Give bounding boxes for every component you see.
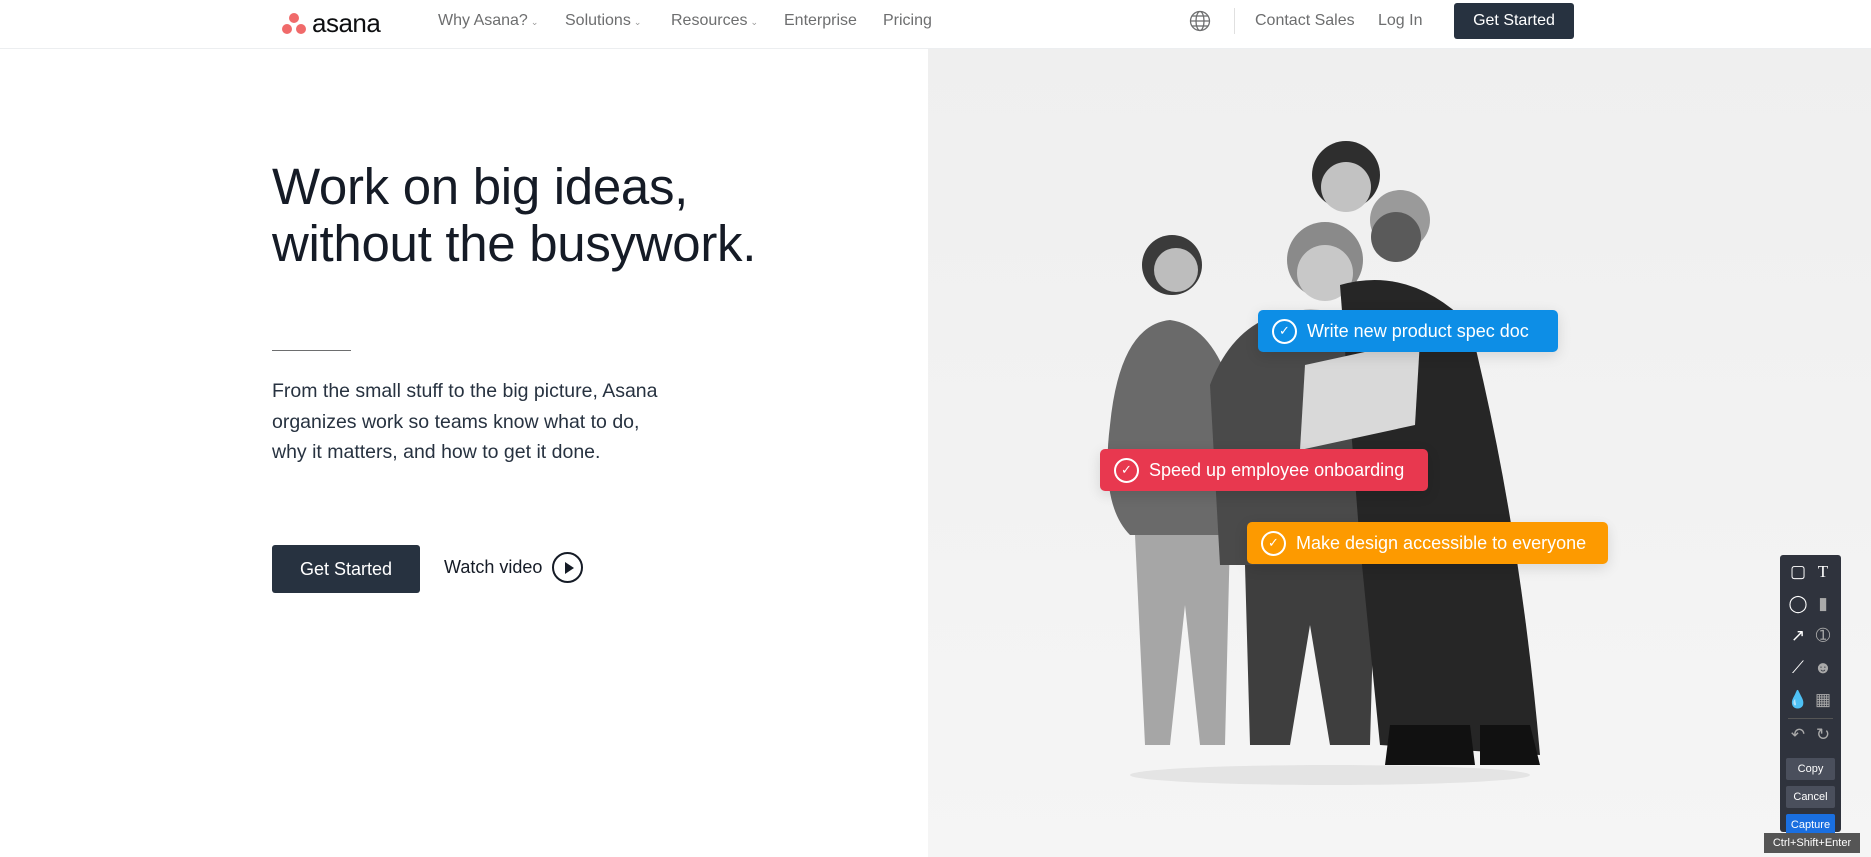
chevron-down-icon: ⌄ <box>530 17 539 27</box>
reset-icon[interactable]: ↻ <box>1811 723 1835 747</box>
globe-icon[interactable] <box>1189 10 1211 32</box>
task-card-onboarding: ✓ Speed up employee onboarding <box>1100 449 1428 491</box>
header-divider <box>1234 8 1235 34</box>
pen-icon[interactable]: ⟋ <box>1786 656 1810 680</box>
capture-toolbar: ▢ T ◯ ▮ ↗ ➀ ⟋ ☻ 💧 ▦ ↶ ↻ Copy Cancel Capt… <box>1780 555 1841 836</box>
rectangle-icon[interactable]: ▢ <box>1786 560 1810 584</box>
arrow-icon[interactable]: ↗ <box>1786 624 1810 648</box>
log-in-link[interactable]: Log In <box>1378 12 1422 30</box>
task-card-product-spec: ✓ Write new product spec doc <box>1258 310 1558 352</box>
image-icon[interactable]: ▦ <box>1811 688 1835 712</box>
emoji-icon[interactable]: ☻ <box>1811 656 1835 680</box>
hero-description: From the small stuff to the big picture,… <box>272 380 658 463</box>
asana-logo[interactable]: asana <box>282 8 381 39</box>
nav-pricing[interactable]: Pricing <box>883 12 932 30</box>
undo-icon[interactable]: ↶ <box>1786 723 1810 747</box>
asana-logo-icon <box>282 12 306 35</box>
blur-icon[interactable]: 💧 <box>1786 688 1810 712</box>
number-icon[interactable]: ➀ <box>1811 624 1835 648</box>
callout-icon[interactable]: ▮ <box>1811 592 1835 616</box>
ellipse-icon[interactable]: ◯ <box>1786 592 1810 616</box>
logo-text: asana <box>312 8 381 38</box>
check-circle-icon: ✓ <box>1261 530 1286 556</box>
divider <box>272 350 351 351</box>
site-header: asana Why Asana? ⌄ Solutions ⌄ Resources ⌄ … <box>0 0 1871 49</box>
nav-why-asana[interactable]: Why Asana? ⌄ <box>438 12 538 30</box>
check-circle-icon: ✓ <box>1272 318 1297 344</box>
chevron-down-icon: ⌄ <box>750 17 759 27</box>
hero-title: Work on big ideas, without the busywork. <box>272 158 757 272</box>
watch-video-button[interactable]: Watch video <box>444 552 584 583</box>
shortcut-tooltip: Ctrl+Shift+Enter <box>1764 833 1860 853</box>
task-card-design: ✓ Make design accessible to everyone <box>1247 522 1608 564</box>
copy-button[interactable]: Copy <box>1786 758 1835 780</box>
text-icon[interactable]: T <box>1811 560 1835 584</box>
nav-resources[interactable]: Resources ⌄ <box>671 12 758 30</box>
header-get-started-button[interactable]: Get Started <box>1454 3 1574 39</box>
chevron-down-icon: ⌄ <box>633 17 642 27</box>
nav-enterprise[interactable]: Enterprise <box>784 12 857 30</box>
contact-sales-link[interactable]: Contact Sales <box>1255 12 1355 30</box>
nav-solutions[interactable]: Solutions ⌄ <box>565 12 641 30</box>
play-icon <box>552 552 584 583</box>
check-circle-icon: ✓ <box>1114 457 1139 483</box>
toolbar-divider <box>1788 718 1833 719</box>
get-started-button[interactable]: Get Started <box>272 545 420 593</box>
cancel-button[interactable]: Cancel <box>1786 786 1835 808</box>
